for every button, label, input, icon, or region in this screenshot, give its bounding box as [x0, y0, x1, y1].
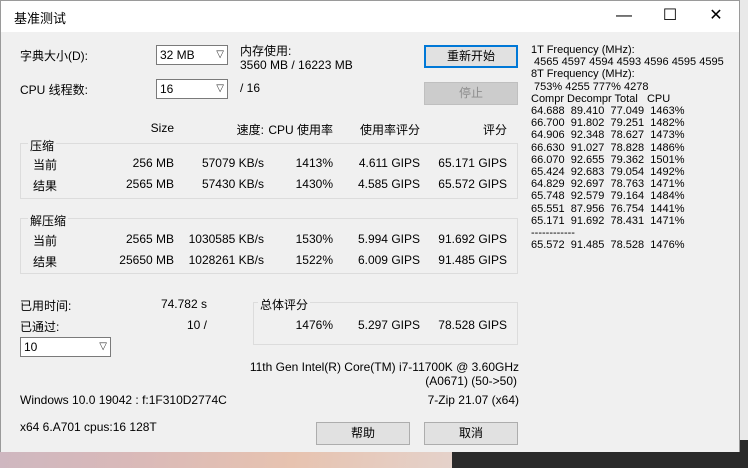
log-line: 66.070 92.655 79.362 1501% [531, 153, 685, 166]
total-usage-rating: 5.297 GIPS [357, 318, 420, 332]
log-line: 4565 4597 4594 4593 4596 4595 4595 [531, 56, 724, 69]
help-button[interactable]: 帮助 [316, 422, 410, 445]
header-rating: 评分 [482, 123, 507, 137]
log-line: 65.171 91.692 78.431 1471% [531, 214, 685, 227]
compress-group-label: 压缩 [28, 137, 57, 154]
app-version: 7-Zip 21.07 (x64) [427, 393, 519, 407]
benchmark-window: 基准测试 — ☐ ✕ 字典大小(D): 32 MB ▽ 内存使用: 3560 M… [0, 0, 740, 452]
passes-value: 10 / [186, 318, 207, 332]
cell-size: 256 MB [132, 156, 174, 170]
row-label: 结果 [33, 255, 58, 269]
benchmark-log: 1T Frequency (MHz): 4565 4597 4594 4593 … [531, 44, 724, 251]
cpu-id: (A0671) (50->50) [425, 374, 517, 388]
row-label: 结果 [33, 179, 58, 193]
title-bar[interactable]: 基准测试 — ☐ ✕ [1, 1, 739, 31]
close-button[interactable]: ✕ [693, 1, 739, 31]
cell-rating: 65.171 GIPS [438, 156, 507, 170]
minimize-button[interactable]: — [601, 1, 647, 31]
cell-rating: 91.692 GIPS [438, 232, 507, 246]
memory-usage-label: 内存使用: [240, 44, 292, 58]
cell-rating: 65.572 GIPS [438, 177, 507, 191]
arch-info: x64 6.A701 cpus:16 128T [20, 420, 157, 434]
cell-cpu: 1413% [295, 156, 333, 170]
log-line: 65.572 91.485 78.528 1476% [531, 239, 685, 252]
total-cpu: 1476% [295, 318, 333, 332]
cell-size: 25650 MB [119, 253, 174, 267]
dict-size-value: 32 MB [160, 48, 195, 62]
passes-label: 已通过: [20, 320, 60, 334]
dialog-client: 字典大小(D): 32 MB ▽ 内存使用: 3560 MB / 16223 M… [1, 32, 739, 452]
log-line: 64.688 89.410 77.049 1463% [531, 105, 685, 118]
window-title: 基准测试 [14, 11, 67, 26]
decompress-group-label: 解压缩 [28, 212, 69, 229]
cpu-threads-label: CPU 线程数: [20, 83, 89, 97]
chevron-down-icon: ▽ [99, 341, 107, 352]
os-info: Windows 10.0 19042 : f:1F310D2774C [20, 393, 227, 407]
elapsed-time-value: 74.782 s [160, 297, 207, 311]
passes-select[interactable]: 10 ▽ [20, 337, 111, 357]
cell-size: 2565 MB [125, 177, 174, 191]
cpu-name: 11th Gen Intel(R) Core(TM) i7-11700K @ 3… [249, 360, 519, 374]
cell-usage-rating: 4.585 GIPS [357, 177, 420, 191]
elapsed-time-label: 已用时间: [20, 299, 72, 313]
total-rating-label: 总体评分 [258, 296, 311, 313]
memory-usage-value: 3560 MB / 16223 MB [240, 58, 353, 72]
cell-speed: 57079 KB/s [201, 156, 264, 170]
log-line: 64.906 92.348 78.627 1473% [531, 129, 685, 142]
row-label: 当前 [33, 158, 58, 172]
log-line: Compr Decompr Total CPU [531, 92, 671, 105]
maximize-button[interactable]: ☐ [647, 1, 693, 31]
header-cpu: CPU 使用率 [268, 123, 333, 137]
chevron-down-icon: ▽ [216, 49, 224, 60]
log-line: 66.630 91.027 78.828 1486% [531, 141, 685, 154]
cell-speed: 1028261 KB/s [188, 253, 264, 267]
log-line: 1T Frequency (MHz): [531, 44, 635, 56]
header-size: Size [150, 121, 174, 135]
cpu-threads-value: 16 [160, 82, 174, 96]
restart-button[interactable]: 重新开始 [424, 45, 518, 68]
cell-cpu: 1522% [295, 253, 333, 267]
cancel-button[interactable]: 取消 [424, 422, 518, 445]
chevron-down-icon: ▽ [216, 83, 224, 94]
stop-button[interactable]: 停止 [424, 82, 518, 105]
cell-speed: 57430 KB/s [201, 177, 264, 191]
cell-cpu: 1430% [295, 177, 333, 191]
log-line: 65.748 92.579 79.164 1484% [531, 190, 685, 203]
log-line: ------------ [531, 227, 575, 240]
cell-usage-rating: 4.611 GIPS [358, 156, 420, 170]
dict-size-label: 字典大小(D): [20, 49, 88, 63]
dict-size-select[interactable]: 32 MB ▽ [156, 45, 228, 65]
total-rating: 78.528 GIPS [438, 318, 507, 332]
cell-cpu: 1530% [295, 232, 333, 246]
log-line: 753% 4255 777% 4278 [531, 80, 649, 93]
cpu-threads-total: / 16 [240, 81, 261, 95]
cell-usage-rating: 6.009 GIPS [357, 253, 420, 267]
log-line: 64.829 92.697 78.763 1471% [531, 178, 685, 191]
passes-select-value: 10 [24, 340, 38, 354]
log-line: 65.551 87.956 76.754 1441% [531, 202, 685, 215]
header-speed: 速度: [236, 123, 264, 137]
cpu-threads-select[interactable]: 16 ▽ [156, 79, 228, 99]
header-rating-usage: 使用率评分 [359, 123, 420, 137]
cell-size: 2565 MB [125, 232, 174, 246]
log-line: 65.424 92.683 79.054 1492% [531, 166, 685, 179]
log-line: 8T Frequency (MHz): [531, 68, 635, 81]
cell-usage-rating: 5.994 GIPS [357, 232, 420, 246]
log-line: 66.700 91.802 79.251 1482% [531, 117, 685, 130]
row-label: 当前 [33, 234, 58, 248]
cell-speed: 1030585 KB/s [188, 232, 264, 246]
cell-rating: 91.485 GIPS [438, 253, 507, 267]
